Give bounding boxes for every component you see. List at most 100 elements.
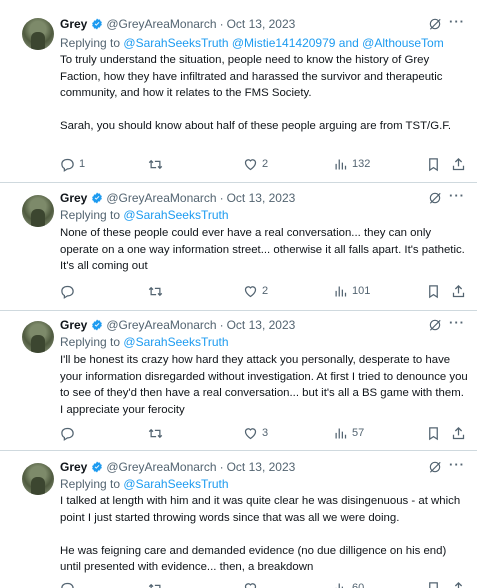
more-icon[interactable]: ··· [449,188,465,203]
bookmark-icon [429,284,438,298]
verified-badge-icon [92,319,103,331]
replying-label: Replying to [60,477,121,491]
avatar[interactable] [22,463,54,495]
mention-link[interactable]: @SarahSeeksTruth [123,477,228,491]
mention-link[interactable]: @SarahSeeksTruth [123,208,228,222]
like-button[interactable]: 3 [243,424,268,442]
action-bar: 3 57 [60,424,470,442]
views-icon [335,286,347,296]
tweet[interactable]: Grey @GreyAreaMonarch · Oct 13, 2023 ···… [0,183,477,311]
reply-button[interactable] [60,579,79,588]
like-icon [244,582,257,588]
more-icon[interactable]: ··· [449,457,465,472]
replying-to: Replying to @SarahSeeksTruth [60,335,229,349]
share-button[interactable] [451,282,470,300]
author-name[interactable]: Grey [60,191,87,205]
reply-icon [61,285,74,299]
tweet[interactable]: Grey @GreyAreaMonarch · Oct 13, 2023 ···… [0,0,477,183]
like-count: 3 [262,427,269,439]
bookmark-icon [429,426,438,440]
like-icon [244,158,257,170]
tweet-date[interactable]: Oct 13, 2023 [227,318,296,332]
share-button[interactable] [451,579,470,588]
tweet-date[interactable]: Oct 13, 2023 [227,460,296,474]
like-button[interactable]: 2 [243,155,268,173]
author-name[interactable]: Grey [60,318,87,332]
tweet-text: I talked at length with him and it was q… [60,495,461,573]
share-icon [452,157,465,170]
replying-label: Replying to [60,36,121,50]
views-button[interactable]: 57 [333,424,364,442]
separator-dot: · [219,318,224,332]
tweet[interactable]: Grey @GreyAreaMonarch · Oct 13, 2023 ···… [0,311,477,451]
avatar[interactable] [22,195,54,227]
avatar[interactable] [22,321,54,353]
share-button[interactable] [451,155,470,173]
tweet-text: To truly understand the situation, peopl… [60,54,452,132]
mention-link[interactable]: @Mistie141420979 [232,36,336,50]
more-icon[interactable]: ··· [449,14,465,29]
tweet-header: Grey @GreyAreaMonarch · Oct 13, 2023 [60,458,295,476]
like-count: 2 [262,285,269,297]
views-button[interactable]: 101 [333,282,370,300]
author-name[interactable]: Grey [60,17,87,31]
views-count: 132 [352,158,371,170]
retweet-button[interactable] [148,282,167,300]
author-handle[interactable]: @GreyAreaMonarch [106,191,216,205]
retweet-button[interactable] [148,424,167,442]
retweet-button[interactable] [148,579,167,588]
views-icon [335,159,347,169]
bookmark-button[interactable] [426,155,445,173]
reply-icon [61,158,74,172]
author-handle[interactable]: @GreyAreaMonarch [106,318,216,332]
views-count: 57 [352,427,365,439]
author-name[interactable]: Grey [60,460,87,474]
verified-badge-icon [92,18,103,30]
separator-dot: · [219,460,224,474]
action-bar: 60 [60,579,470,588]
tweet-text: None of these people could ever have a r… [60,227,465,272]
action-bar: 1 2 132 [60,155,470,173]
verified-badge-icon [92,461,103,473]
share-icon [454,581,463,588]
retweet-button[interactable] [148,155,167,173]
reply-icon [61,582,74,588]
mention-link[interactable]: @SarahSeeksTruth [123,335,228,349]
avatar[interactable] [22,18,54,50]
mention-conjunction: and [338,36,359,50]
reply-button[interactable]: 1 [60,155,85,173]
views-icon [335,428,347,438]
reply-button[interactable] [60,424,79,442]
bookmark-button[interactable] [426,579,445,588]
action-bar: 2 101 [60,282,470,300]
grok-icon[interactable] [428,460,442,474]
mention-link[interactable]: @SarahSeeksTruth [123,36,228,50]
grok-icon[interactable] [428,318,442,332]
author-handle[interactable]: @GreyAreaMonarch [106,460,216,474]
views-button[interactable]: 60 [333,579,364,588]
grok-icon[interactable] [428,191,442,205]
reply-button[interactable] [60,282,79,300]
tweet[interactable]: Grey @GreyAreaMonarch · Oct 13, 2023 ···… [0,451,477,588]
tweet-date[interactable]: Oct 13, 2023 [227,17,296,31]
views-count: 101 [352,285,371,297]
mention-link[interactable]: @AlthouseTom [362,36,444,50]
tweet-header: Grey @GreyAreaMonarch · Oct 13, 2023 [60,15,295,33]
like-button[interactable]: 2 [243,282,268,300]
share-button[interactable] [451,424,470,442]
share-icon [452,426,465,439]
bookmark-button[interactable] [426,424,445,442]
tweet-text: I'll be honest its crazy how hard they a… [60,354,468,416]
author-handle[interactable]: @GreyAreaMonarch [106,17,216,31]
tweet-date[interactable]: Oct 13, 2023 [227,191,296,205]
like-button[interactable] [243,579,262,588]
grok-icon[interactable] [428,17,442,31]
bookmark-button[interactable] [426,282,445,300]
retweet-icon [148,286,163,296]
more-icon[interactable]: ··· [449,315,465,330]
like-icon [244,285,257,297]
views-button[interactable]: 132 [333,155,370,173]
replying-label: Replying to [60,208,121,222]
replying-to: Replying to @SarahSeeksTruth [60,477,229,491]
replying-to: Replying to @SarahSeeksTruth [60,208,229,222]
